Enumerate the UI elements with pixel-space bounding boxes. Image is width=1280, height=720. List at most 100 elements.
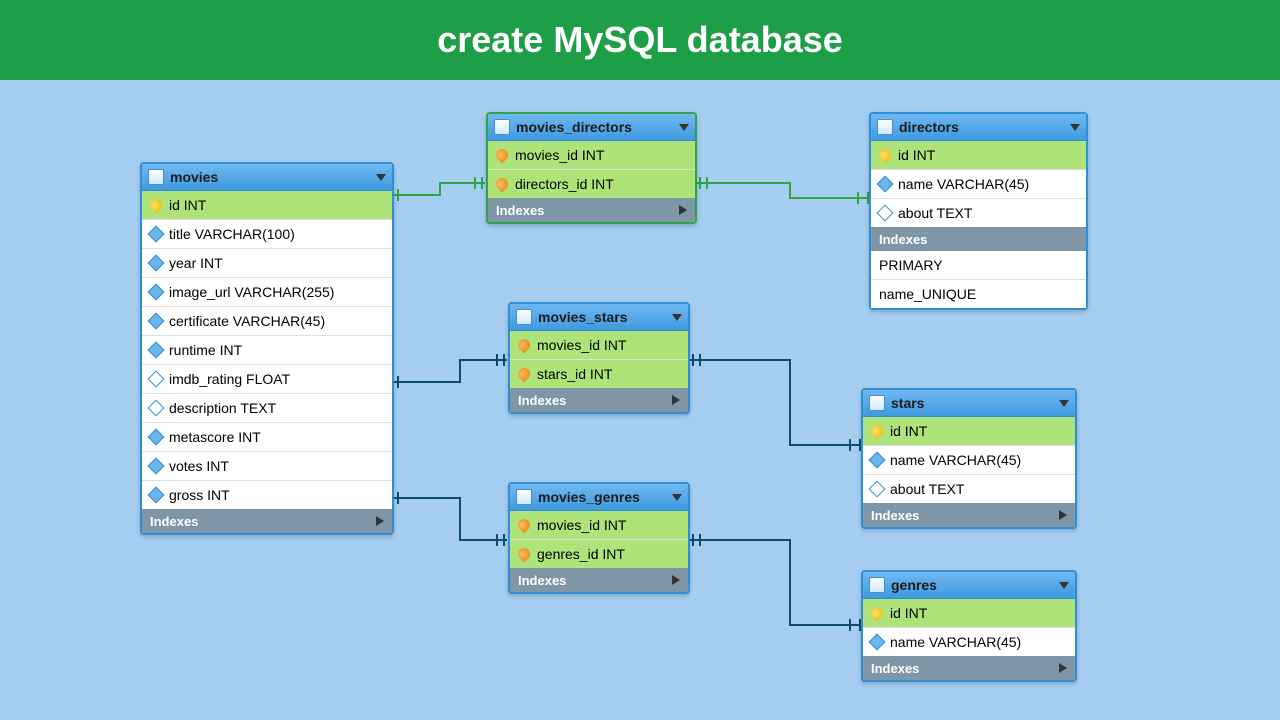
indexes-section[interactable]: Indexes (488, 198, 695, 222)
column-icon (148, 342, 165, 359)
index-entry[interactable]: name_UNIQUE (871, 280, 1086, 308)
table-header[interactable]: movies_directors (488, 114, 695, 141)
column-row[interactable]: metascore INT (142, 423, 392, 452)
table-name: movies_directors (516, 119, 679, 135)
table-icon (516, 489, 532, 505)
primary-key-icon (869, 605, 886, 622)
table-movies[interactable]: movies id INTtitle VARCHAR(100)year INTi… (140, 162, 394, 535)
table-header[interactable]: genres (863, 572, 1075, 599)
table-columns: id INT title VARCHAR(100) year INT image_ur… (142, 191, 392, 509)
column-row[interactable]: name VARCHAR(45) (863, 628, 1075, 656)
column-row[interactable]: title VARCHAR(100) (142, 220, 392, 249)
foreign-key-icon (494, 176, 511, 193)
column-label: about TEXT (890, 481, 964, 497)
column-row[interactable]: id INT (871, 141, 1086, 170)
column-row[interactable]: description TEXT (142, 394, 392, 423)
column-row[interactable]: genres_id INT (510, 540, 688, 568)
expand-icon[interactable] (1059, 663, 1067, 673)
column-row[interactable]: directors_id INT (488, 170, 695, 198)
table-header[interactable]: directors (871, 114, 1086, 141)
table-icon (494, 119, 510, 135)
column-row[interactable]: image_url VARCHAR(255) (142, 278, 392, 307)
column-icon (148, 284, 165, 301)
indexes-section[interactable]: Indexes (863, 656, 1075, 680)
column-label: gross INT (169, 487, 230, 503)
column-icon (877, 176, 894, 193)
column-label: year INT (169, 255, 223, 271)
index-entry[interactable]: PRIMARY (871, 251, 1086, 280)
column-label: movies_id INT (515, 147, 604, 163)
foreign-key-icon (516, 366, 533, 383)
table-directors[interactable]: directors id INT name VARCHAR(45) about TE… (869, 112, 1088, 310)
column-label: votes INT (169, 458, 229, 474)
column-label: imdb_rating FLOAT (169, 371, 290, 387)
column-row[interactable]: about TEXT (863, 475, 1075, 503)
table-name: directors (899, 119, 1070, 135)
column-row[interactable]: id INT (863, 417, 1075, 446)
collapse-icon[interactable] (679, 124, 689, 131)
table-columns: id INT name VARCHAR(45) about TEXT (871, 141, 1086, 227)
column-label: id INT (890, 423, 927, 439)
column-row[interactable]: movies_id INT (488, 141, 695, 170)
column-row[interactable]: runtime INT (142, 336, 392, 365)
table-header[interactable]: movies_genres (510, 484, 688, 511)
expand-icon[interactable] (672, 395, 680, 405)
column-row[interactable]: gross INT (142, 481, 392, 509)
column-label: id INT (169, 197, 206, 213)
table-columns: id INT name VARCHAR(45) (863, 599, 1075, 656)
column-row[interactable]: imdb_rating FLOAT (142, 365, 392, 394)
table-header[interactable]: movies_stars (510, 304, 688, 331)
column-row[interactable]: certificate VARCHAR(45) (142, 307, 392, 336)
table-icon (877, 119, 893, 135)
table-stars[interactable]: stars id INT name VARCHAR(45) about TEXT I… (861, 388, 1077, 529)
column-row[interactable]: year INT (142, 249, 392, 278)
indexes-section[interactable]: Indexes (871, 227, 1086, 251)
column-row[interactable]: name VARCHAR(45) (863, 446, 1075, 475)
foreign-key-icon (516, 546, 533, 563)
column-label: about TEXT (898, 205, 972, 221)
primary-key-icon (869, 423, 886, 440)
column-label: description TEXT (169, 400, 276, 416)
collapse-icon[interactable] (376, 174, 386, 181)
column-label: name VARCHAR(45) (890, 634, 1021, 650)
expand-icon[interactable] (672, 575, 680, 585)
column-row[interactable]: id INT (863, 599, 1075, 628)
collapse-icon[interactable] (672, 494, 682, 501)
collapse-icon[interactable] (1070, 124, 1080, 131)
table-icon (869, 395, 885, 411)
column-label: id INT (890, 605, 927, 621)
table-movies-directors[interactable]: movies_directors movies_id INT directors_… (486, 112, 697, 224)
collapse-icon[interactable] (1059, 400, 1069, 407)
table-genres[interactable]: genres id INT name VARCHAR(45) Indexes (861, 570, 1077, 682)
column-icon (869, 481, 886, 498)
table-icon (516, 309, 532, 325)
column-label: id INT (898, 147, 935, 163)
expand-icon[interactable] (376, 516, 384, 526)
column-row[interactable]: stars_id INT (510, 360, 688, 388)
column-label: stars_id INT (537, 366, 612, 382)
table-movies-genres[interactable]: movies_genres movies_id INTgenres_id INT… (508, 482, 690, 594)
collapse-icon[interactable] (1059, 582, 1069, 589)
column-row[interactable]: movies_id INT (510, 331, 688, 360)
table-movies-stars[interactable]: movies_stars movies_id INT stars_id INT I… (508, 302, 690, 414)
column-icon (148, 458, 165, 475)
column-row[interactable]: votes INT (142, 452, 392, 481)
column-row[interactable]: id INT (142, 191, 392, 220)
expand-icon[interactable] (679, 205, 687, 215)
column-row[interactable]: about TEXT (871, 199, 1086, 227)
table-columns: movies_id INTgenres_id INT (510, 511, 688, 568)
indexes-section[interactable]: Indexes (863, 503, 1075, 527)
table-name: genres (891, 577, 1059, 593)
column-label: movies_id INT (537, 337, 626, 353)
indexes-section[interactable]: Indexes (510, 388, 688, 412)
column-label: certificate VARCHAR(45) (169, 313, 325, 329)
table-header[interactable]: movies (142, 164, 392, 191)
table-header[interactable]: stars (863, 390, 1075, 417)
column-row[interactable]: name VARCHAR(45) (871, 170, 1086, 199)
indexes-section[interactable]: Indexes (510, 568, 688, 592)
collapse-icon[interactable] (672, 314, 682, 321)
indexes-section[interactable]: Indexes (142, 509, 392, 533)
column-row[interactable]: movies_id INT (510, 511, 688, 540)
column-icon (148, 226, 165, 243)
expand-icon[interactable] (1059, 510, 1067, 520)
